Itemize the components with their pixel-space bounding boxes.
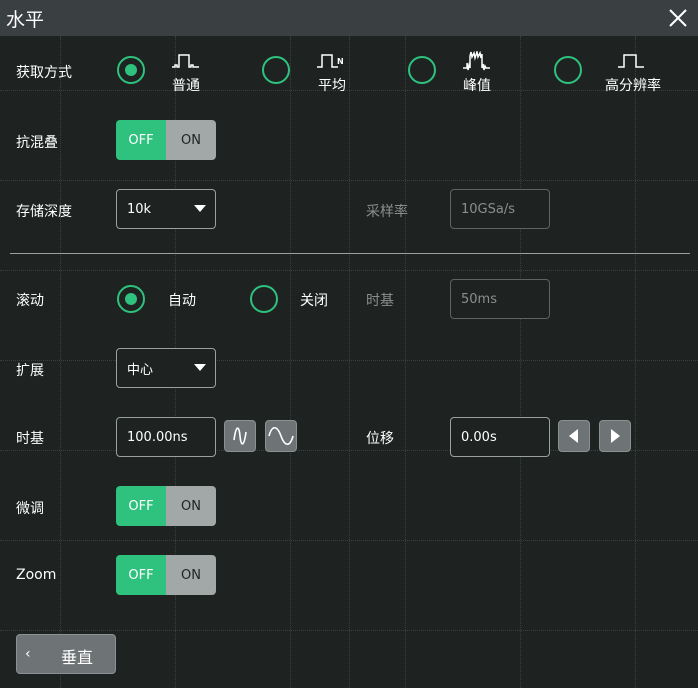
timebase-decrease-button[interactable]: [224, 420, 256, 452]
sample-rate-label: 采样率: [366, 204, 408, 220]
acquisition-label: 获取方式: [16, 65, 72, 81]
svg-text:N: N: [337, 57, 344, 66]
roll-off-radio[interactable]: [250, 285, 278, 313]
acquisition-average-label: 平均: [318, 78, 346, 94]
toggle-off-option[interactable]: OFF: [116, 555, 166, 595]
expand-select[interactable]: 中心: [116, 348, 216, 388]
high-resolution-waveform-icon: [618, 54, 644, 68]
vertical-back-button[interactable]: ‹ 垂直: [16, 634, 116, 674]
acquisition-peak-radio[interactable]: [408, 56, 436, 84]
timebase-value: 100.00ns: [127, 429, 188, 445]
fine-toggle[interactable]: OFF ON: [116, 486, 216, 526]
acquisition-high-resolution-radio[interactable]: [554, 56, 582, 84]
roll-timebase-value: 50ms: [461, 291, 497, 307]
offset-label: 位移: [366, 431, 394, 447]
close-icon[interactable]: [666, 6, 690, 30]
grid-line: [520, 36, 521, 688]
title-bar: 水平: [0, 0, 698, 36]
anti-alias-toggle[interactable]: OFF ON: [116, 120, 216, 160]
roll-timebase-label: 时基: [366, 293, 394, 309]
memory-depth-value: 10k: [127, 201, 152, 217]
toggle-on-option[interactable]: ON: [166, 120, 216, 160]
anti-alias-label: 抗混叠: [16, 135, 58, 151]
move-left-icon: [569, 429, 578, 443]
grid-line: [405, 36, 406, 688]
peak-waveform-icon: [463, 51, 490, 71]
dialog-title: 水平: [6, 9, 45, 31]
toggle-on-option[interactable]: ON: [166, 555, 216, 595]
move-right-icon: [611, 429, 620, 443]
acquisition-average-radio[interactable]: [262, 56, 290, 84]
grid-line: [290, 36, 291, 688]
move-right-button[interactable]: [599, 420, 631, 452]
zoom-toggle[interactable]: OFF ON: [116, 555, 216, 595]
section-divider: [10, 253, 690, 254]
sample-rate-value: 10GSa/s: [461, 201, 515, 217]
memory-depth-select[interactable]: 10k: [116, 189, 216, 229]
roll-label: 滚动: [16, 293, 44, 309]
timebase-label: 时基: [16, 431, 44, 447]
fine-label: 微调: [16, 501, 44, 517]
toggle-on-option[interactable]: ON: [166, 486, 216, 526]
timebase-input[interactable]: 100.00ns: [116, 417, 216, 457]
timebase-increase-icon: [268, 426, 294, 446]
timebase-decrease-icon: [233, 427, 247, 445]
chevron-down-icon: [194, 205, 206, 212]
zoom-label: Zoom: [16, 567, 57, 583]
roll-timebase-field: 50ms: [450, 279, 550, 319]
move-left-button[interactable]: [558, 420, 590, 452]
acquisition-peak-label: 峰值: [463, 78, 491, 94]
expand-label: 扩展: [16, 363, 44, 379]
toggle-off-option[interactable]: OFF: [116, 486, 166, 526]
acquisition-normal-label: 普通: [172, 78, 200, 94]
offset-input[interactable]: 0.00s: [450, 417, 550, 457]
timebase-increase-button[interactable]: [265, 420, 297, 452]
acquisition-high-resolution-label: 高分辨率: [605, 78, 661, 94]
radio-selected-dot: [125, 293, 137, 305]
roll-auto-label: 自动: [168, 293, 196, 309]
chevron-left-icon: ‹: [25, 646, 31, 662]
average-waveform-icon: N: [317, 54, 344, 68]
normal-waveform-icon: [172, 54, 199, 68]
roll-auto-radio[interactable]: [117, 285, 145, 313]
grid-line: [60, 36, 61, 688]
roll-off-label: 关闭: [300, 293, 328, 309]
radio-selected-dot: [125, 64, 137, 76]
memory-depth-label: 存储深度: [16, 204, 72, 220]
expand-value: 中心: [127, 362, 154, 378]
grid-line: [349, 36, 350, 688]
grid-line: [635, 36, 636, 688]
offset-value: 0.00s: [461, 429, 497, 445]
toggle-off-option[interactable]: OFF: [116, 120, 166, 160]
chevron-down-icon: [194, 364, 206, 371]
sample-rate-field: 10GSa/s: [450, 189, 550, 229]
horizontal-settings-dialog: 水平 获取方式 普通 N 平均 峰值 高分辨率 抗混叠 OFF ON 存储深度 …: [0, 0, 698, 688]
acquisition-normal-radio[interactable]: [117, 56, 145, 84]
vertical-back-label: 垂直: [61, 648, 94, 667]
